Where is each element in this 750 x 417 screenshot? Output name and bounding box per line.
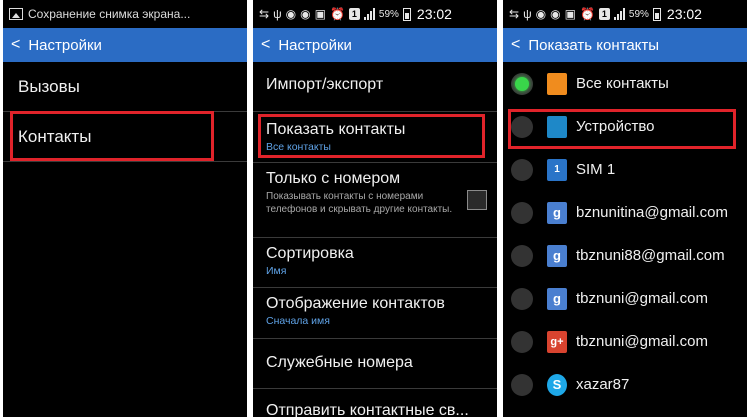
sync-icon: ⇆ [259,7,270,21]
image-icon: ▣ [564,7,576,21]
screen-settings-main: Сохранение снимка экрана... < Настройки … [3,0,247,417]
settings-item-label: Контакты [18,126,92,146]
contact-source-label: tbznuni@gmail.com [576,290,708,307]
status-bar: ⇆ ψ ◉ ◉ ▣ ⏰ 1 59% 23:02 [253,0,497,28]
sim-card-icon: 1 [547,158,567,181]
status-bar: Сохранение снимка экрана... [3,0,247,28]
settings-item-contacts[interactable]: Контакты [3,112,247,161]
battery-percent: 59% [378,8,399,20]
battery-icon [402,7,411,21]
settings-item-label: Отображение контактов [266,295,445,312]
google-plus-icon: g+ [547,330,567,353]
contact-source-label: SIM 1 [576,161,616,178]
settings-item-display-contacts[interactable]: Отображение контактов Сначала имя [253,288,497,338]
contact-source-google-plus[interactable]: g+ tbznuni@gmail.com [503,320,747,363]
settings-item-send-contact-info[interactable]: Отправить контактные св... [253,389,497,417]
screen-contacts-settings: ⇆ ψ ◉ ◉ ▣ ⏰ 1 59% 23:02 < Настройки Импо… [253,0,497,417]
battery-percent: 59% [628,8,649,20]
radio-button[interactable] [511,287,533,310]
signal-icon [363,8,375,20]
settings-item-sort[interactable]: Сортировка Имя [253,238,497,287]
settings-list: Вызовы Контакты [3,62,247,162]
radio-button[interactable] [511,244,533,267]
contacts-settings-list: Импорт/экспорт Показать контакты Все кон… [253,62,497,417]
settings-item-service-numbers[interactable]: Служебные номера [253,339,497,388]
settings-item-import-export[interactable]: Импорт/экспорт [253,62,497,111]
usb-icon: ψ [273,7,282,21]
radio-button[interactable] [511,330,533,353]
contact-source-google-1[interactable]: g bznunitina@gmail.com [503,191,747,234]
battery-icon [652,7,661,21]
settings-item-show-contacts[interactable]: Показать контакты Все контакты [253,112,497,162]
back-icon[interactable]: < [511,36,520,54]
skype-icon: S [547,373,567,396]
pinterest-icon: ◉ [285,7,297,21]
settings-item-label: Сортировка [266,245,354,262]
contact-source-skype[interactable]: S xazar87 [503,363,747,406]
contact-source-google-2[interactable]: g tbznuni88@gmail.com [503,234,747,277]
settings-item-label: Только с номером [266,170,401,187]
alarm-icon: ⏰ [579,7,595,21]
radio-button[interactable] [511,115,533,138]
settings-item-label: Служебные номера [266,354,413,371]
sim-badge: 1 [348,8,360,20]
divider [3,161,247,162]
contact-card-icon [547,72,567,95]
settings-item-value: Сначала имя [266,315,330,327]
action-bar[interactable]: < Настройки [253,28,497,62]
alarm-icon: ⏰ [329,7,345,21]
contact-source-label: Устройство [576,118,655,135]
contact-source-label: tbznuni@gmail.com [576,333,708,350]
google-icon: g [547,287,567,310]
page-title: Настройки [278,36,352,54]
contact-source-label: tbznuni88@gmail.com [576,247,725,264]
action-bar[interactable]: < Настройки [3,28,247,62]
sim-badge: 1 [598,8,610,20]
contact-source-label: bznunitina@gmail.com [576,204,728,221]
page-title: Настройки [28,36,102,54]
screen-show-contacts: ⇆ ψ ◉ ◉ ▣ ⏰ 1 59% 23:02 < Показать конта… [503,0,747,417]
back-icon[interactable]: < [11,36,20,54]
screenshot-notification-icon [9,8,23,20]
radio-button[interactable] [511,158,533,181]
signal-icon [613,8,625,20]
pinterest-icon: ◉ [300,7,311,21]
usb-icon: ψ [523,7,532,21]
settings-item-only-with-number[interactable]: Только с номером Показывать контакты с н… [253,163,497,237]
page-title: Показать контакты [528,36,660,54]
status-notification-text: Сохранение снимка экрана... [28,7,191,21]
radio-button[interactable] [511,373,533,396]
sync-icon: ⇆ [509,7,520,21]
settings-item-value: Все контакты [266,141,331,153]
contact-source-sim1[interactable]: 1 SIM 1 [503,148,747,191]
contact-source-device[interactable]: Устройство [503,105,747,148]
settings-item-label: Отправить контактные св... [266,402,469,417]
contact-source-all[interactable]: Все контакты [503,62,747,105]
clock: 23:02 [666,6,702,22]
action-bar[interactable]: < Показать контакты [503,28,747,62]
contact-source-label: Все контакты [576,75,669,92]
settings-item-calls[interactable]: Вызовы [3,62,247,111]
google-icon: g [547,201,567,224]
back-icon[interactable]: < [261,36,270,54]
settings-item-value: Имя [266,265,287,277]
contact-source-list: Все контакты Устройство 1 SIM 1 g bznuni… [503,62,747,406]
radio-button[interactable] [511,201,533,224]
settings-item-label: Вызовы [18,76,80,96]
pinterest-icon: ◉ [550,7,561,21]
radio-button-selected[interactable] [511,72,533,95]
image-icon: ▣ [314,7,326,21]
phone-device-icon [547,115,567,138]
google-icon: g [547,244,567,267]
contact-source-google-3[interactable]: g tbznuni@gmail.com [503,277,747,320]
status-bar: ⇆ ψ ◉ ◉ ▣ ⏰ 1 59% 23:02 [503,0,747,28]
settings-item-description: Показывать контакты с номерами телефонов… [266,191,453,215]
clock: 23:02 [416,6,452,22]
contact-source-label: xazar87 [576,376,630,393]
only-with-number-checkbox[interactable] [467,190,487,210]
settings-item-label: Импорт/экспорт [266,76,384,93]
pinterest-icon: ◉ [535,7,547,21]
settings-item-label: Показать контакты [266,121,406,138]
